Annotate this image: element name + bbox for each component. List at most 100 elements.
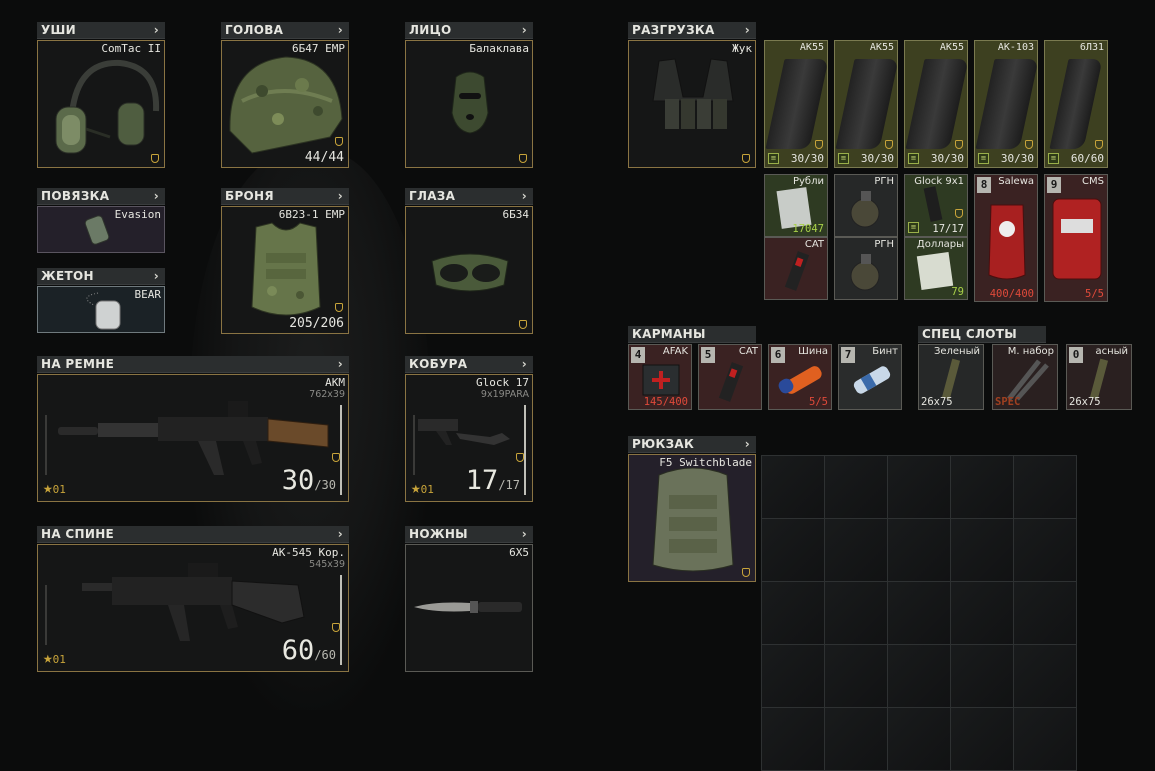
face-slot[interactable]: Балаклава <box>405 40 533 168</box>
star-icon: ★ <box>411 478 421 497</box>
chevron-right-icon[interactable]: › <box>154 268 159 285</box>
dogtag-slot[interactable]: BEAR <box>37 286 165 333</box>
rig-item-grenade[interactable]: РГН <box>834 237 898 300</box>
rig-magazine-slot[interactable]: АК-103 ≡ 30/30 <box>974 40 1039 168</box>
holster-slot[interactable]: Glock 17 9x19PARA ★01 17/17 <box>405 374 533 502</box>
pocket-item-afak[interactable]: 4 AFAK 145/400 <box>628 344 692 410</box>
chevron-right-icon[interactable]: › <box>745 22 750 39</box>
backpack-grid-cell[interactable] <box>824 518 888 582</box>
special-slot-multitool[interactable]: М. набор SPEC <box>992 344 1058 410</box>
special-slot-red-flare[interactable]: 0 асный 26x75 <box>1066 344 1132 410</box>
back-weapon-slot[interactable]: АК-545 Кор. 545x39 ★01 60/60 <box>37 544 349 672</box>
backpack-grid-cell[interactable] <box>887 707 951 771</box>
backpack-grid-cell[interactable] <box>1013 518 1077 582</box>
rig-header[interactable]: РАЗГРУЗКА › <box>628 22 756 39</box>
rig-item-cat[interactable]: CAT <box>764 237 828 300</box>
backpack-slot[interactable]: F5 Switchblade <box>628 454 756 582</box>
ammo-current: 30 <box>281 465 315 496</box>
item-value: 26x75 <box>1069 396 1101 408</box>
pocket-item-bandage[interactable]: 7 Бинт <box>838 344 902 410</box>
backpack-grid-cell[interactable] <box>887 455 951 519</box>
backpack-grid-cell[interactable] <box>824 581 888 645</box>
chevron-right-icon[interactable]: › <box>522 188 527 205</box>
primary-weapon-slot[interactable]: АКМ 762x39 ★01 30/30 <box>37 374 349 502</box>
backpack-grid-cell[interactable] <box>950 707 1014 771</box>
chevron-right-icon[interactable]: › <box>745 436 750 453</box>
eyewear-slot[interactable]: 6Б34 <box>405 206 533 334</box>
backpack-grid-cell[interactable] <box>1013 707 1077 771</box>
level-bar <box>413 415 415 475</box>
backpack-grid-cell[interactable] <box>761 707 825 771</box>
pocket-item-cat[interactable]: 5 CAT <box>698 344 762 410</box>
backpack-grid-cell[interactable] <box>761 518 825 582</box>
backpack-grid-cell[interactable] <box>824 707 888 771</box>
earpiece-slot[interactable]: ComTac II <box>37 40 165 168</box>
earpiece-header[interactable]: УШИ › <box>37 22 165 39</box>
armor-slot[interactable]: 6В23-1 EMP 205/206 <box>221 206 349 334</box>
backpack-grid-cell[interactable] <box>1013 644 1077 708</box>
pocket-item-splint[interactable]: 6 Шина 5/5 <box>768 344 832 410</box>
scabbard-slot[interactable]: 6Х5 <box>405 544 533 672</box>
headwear-slot[interactable]: 6Б47 EMP 44/44 <box>221 40 349 168</box>
backpack-grid-cell[interactable] <box>887 581 951 645</box>
magazine-name: АК55 <box>799 42 824 53</box>
backpack-grid-cell[interactable] <box>887 518 951 582</box>
balaclava-icon <box>451 71 489 134</box>
rig-item-grenade[interactable]: РГН <box>834 174 898 237</box>
chevron-right-icon[interactable]: › <box>154 22 159 39</box>
dogtag-header[interactable]: ЖЕТОН › <box>37 268 165 285</box>
armor-header[interactable]: БРОНЯ › <box>221 188 349 205</box>
chevron-right-icon[interactable]: › <box>338 188 343 205</box>
chevron-right-icon[interactable]: › <box>338 356 343 373</box>
face-label: ЛИЦО <box>409 23 452 37</box>
backpack-grid[interactable] <box>761 455 1077 771</box>
shield-icon <box>335 137 343 146</box>
ammo-badge-icon: ≡ <box>908 153 919 164</box>
backpack-grid-cell[interactable] <box>761 581 825 645</box>
backpack-grid-cell[interactable] <box>950 518 1014 582</box>
backpack-grid-cell[interactable] <box>950 581 1014 645</box>
backpack-grid-cell[interactable] <box>824 455 888 519</box>
backpack-grid-cell[interactable] <box>761 644 825 708</box>
backpack-header[interactable]: РЮКЗАК › <box>628 436 756 453</box>
chevron-right-icon[interactable]: › <box>522 22 527 39</box>
backpack-grid-cell[interactable] <box>887 644 951 708</box>
special-slot-green-flare[interactable]: Зеленый 26x75 <box>918 344 984 410</box>
chevron-right-icon[interactable]: › <box>338 526 343 543</box>
backpack-grid-cell[interactable] <box>761 455 825 519</box>
backpack-grid-cell[interactable] <box>1013 455 1077 519</box>
chevron-right-icon[interactable]: › <box>522 356 527 373</box>
eyewear-header[interactable]: ГЛАЗА › <box>405 188 533 205</box>
chevron-right-icon[interactable]: › <box>338 22 343 39</box>
rig-item-salewa[interactable]: 8 Salewa 400/400 <box>974 174 1038 302</box>
rig-item-cms[interactable]: 9 CMS 5/5 <box>1044 174 1108 302</box>
ammo-counter: 17/17 <box>466 465 520 496</box>
backpack-grid-cell[interactable] <box>1013 581 1077 645</box>
rig-item-dollars[interactable]: Доллары 79 <box>904 237 968 300</box>
ammo-max: /60 <box>314 648 336 662</box>
backpack-grid-cell[interactable] <box>950 455 1014 519</box>
ammo-bar-fill <box>524 405 526 495</box>
mastery-level-value: 01 <box>420 483 434 496</box>
magazine-icon <box>905 59 969 149</box>
rig-item-glock-mag[interactable]: Glock 9x1 ≡ 17/17 <box>904 174 968 237</box>
magazine-icon <box>765 59 829 149</box>
holster-header[interactable]: КОБУРА › <box>405 356 533 373</box>
rig-magazine-slot[interactable]: АК55 ≡ 30/30 <box>764 40 829 168</box>
headwear-header[interactable]: ГОЛОВА › <box>221 22 349 39</box>
armband-header[interactable]: ПОВЯЗКА › <box>37 188 165 205</box>
rig-magazine-slot[interactable]: 6Л31 ≡ 60/60 <box>1044 40 1108 168</box>
back-weapon-header[interactable]: НА СПИНЕ › <box>37 526 349 543</box>
rig-magazine-slot[interactable]: АК55 ≡ 30/30 <box>904 40 969 168</box>
scabbard-header[interactable]: НОЖНЫ › <box>405 526 533 543</box>
primary-weapon-header[interactable]: НА РЕМНЕ › <box>37 356 349 373</box>
rig-item-rubles[interactable]: Рубли 17047 <box>764 174 828 237</box>
chevron-right-icon[interactable]: › <box>522 526 527 543</box>
backpack-grid-cell[interactable] <box>950 644 1014 708</box>
armband-slot[interactable]: Evasion <box>37 206 165 253</box>
backpack-grid-cell[interactable] <box>824 644 888 708</box>
chevron-right-icon[interactable]: › <box>154 188 159 205</box>
face-header[interactable]: ЛИЦО › <box>405 22 533 39</box>
rig-magazine-slot[interactable]: АК55 ≡ 30/30 <box>834 40 899 168</box>
rig-slot[interactable]: Жук <box>628 40 756 168</box>
